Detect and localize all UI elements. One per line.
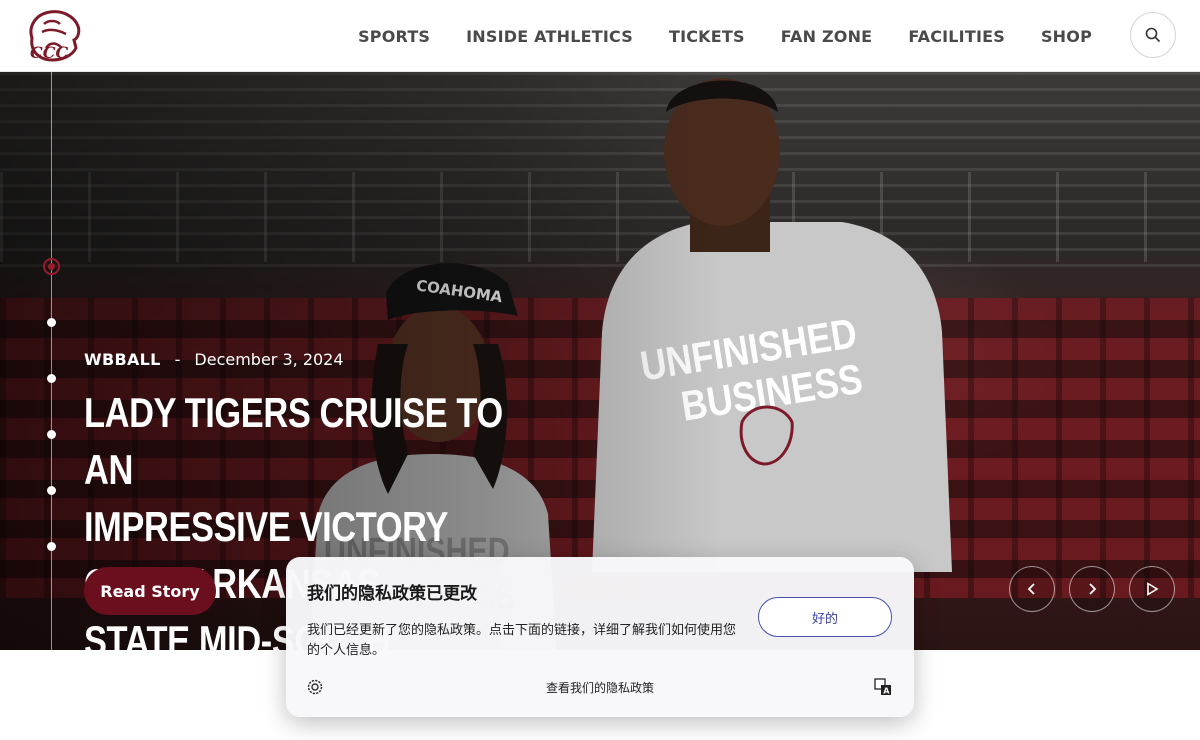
translate-icon[interactable]: A [874, 678, 892, 696]
slide-dot[interactable] [47, 430, 56, 439]
chevron-right-icon [1089, 583, 1097, 595]
privacy-ok-button[interactable]: 好的 [758, 597, 892, 637]
nav-inside-athletics[interactable]: INSIDE ATHLETICS [466, 27, 633, 46]
nav-tickets[interactable]: TICKETS [669, 27, 745, 46]
nav-shop[interactable]: SHOP [1041, 27, 1092, 46]
story-date: December 3, 2024 [194, 350, 344, 369]
privacy-popup-body: 我们已经更新了您的隐私政策。点击下面的链接，详细了解我们如何使用您的个人信息。 [307, 623, 737, 658]
nav-facilities[interactable]: FACILITIES [908, 27, 1005, 46]
slide-dot[interactable] [47, 542, 56, 551]
privacy-policy-link[interactable]: 查看我们的隐私政策 [286, 679, 914, 696]
next-slide-button[interactable] [1069, 566, 1115, 612]
read-story-button[interactable]: Read Story [84, 567, 216, 615]
privacy-policy-popup: 我们的隐私政策已更改 我们已经更新了您的隐私政策。点击下面的链接，详细了解我们如… [286, 557, 914, 717]
previous-slide-button[interactable] [1009, 566, 1055, 612]
chevron-left-icon [1027, 583, 1035, 595]
slide-dot[interactable] [47, 374, 56, 383]
slide-progress-line [51, 72, 52, 650]
story-separator: - [174, 350, 181, 369]
search-icon [1145, 27, 1161, 43]
svg-text:A: A [883, 687, 890, 696]
headline-line: Lady Tigers Cruise to an [84, 389, 503, 493]
nav-fan-zone[interactable]: FAN ZONE [781, 27, 873, 46]
play-slideshow-button[interactable] [1129, 566, 1175, 612]
nav-sports[interactable]: SPORTS [358, 27, 430, 46]
tiger-logo-icon[interactable]: CCC [22, 8, 84, 64]
site-header: CCC SPORTS INSIDE ATHLETICS TICKETS FAN … [0, 0, 1200, 72]
search-button[interactable] [1130, 12, 1176, 58]
slide-dot-active[interactable] [43, 258, 60, 275]
story-sport[interactable]: WBBALL [84, 350, 161, 369]
story-meta: WBBALL - December 3, 2024 [84, 350, 344, 369]
slide-dot[interactable] [47, 486, 56, 495]
privacy-popup-title: 我们的隐私政策已更改 [307, 584, 477, 604]
main-nav: SPORTS INSIDE ATHLETICS TICKETS FAN ZONE… [358, 0, 1092, 72]
slide-dot[interactable] [47, 318, 56, 327]
svg-text:CCC: CCC [30, 43, 68, 62]
play-icon [1147, 582, 1159, 596]
